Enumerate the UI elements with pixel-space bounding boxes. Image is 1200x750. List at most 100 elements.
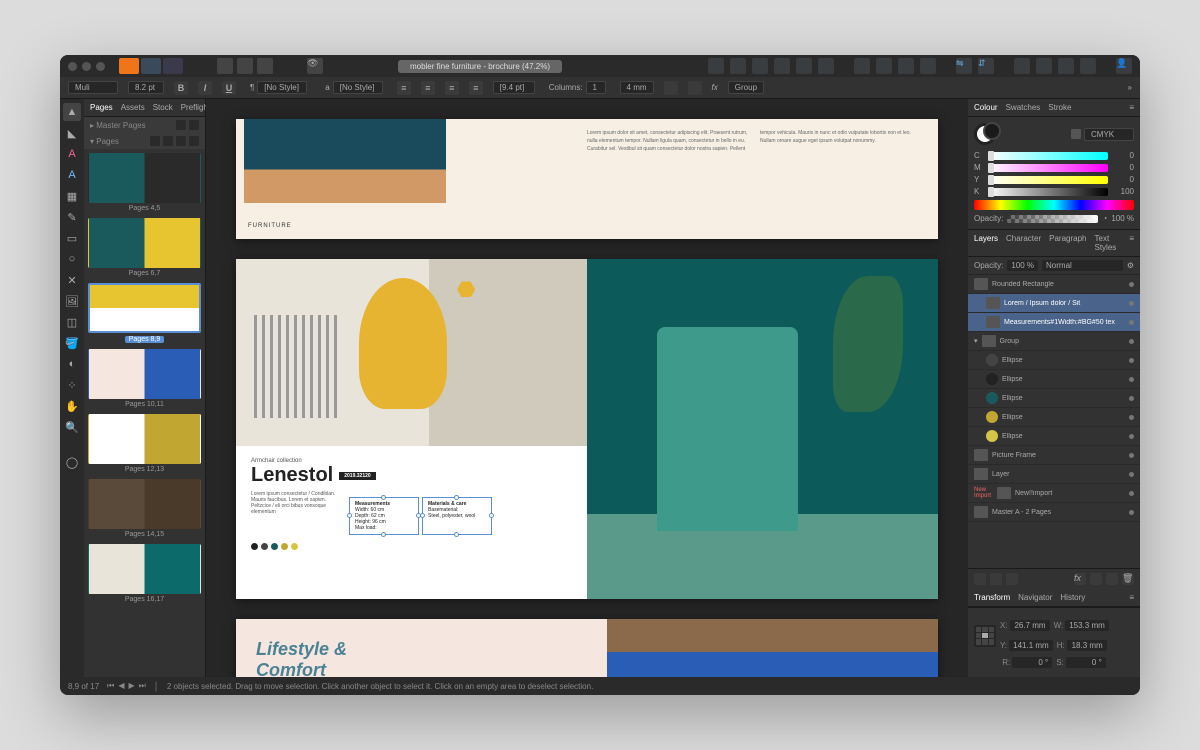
blend-mode-dropdown[interactable]: Normal [1042,260,1123,271]
colour-picker-tool[interactable]: ⁘ [63,376,81,394]
w-input[interactable]: 153.3 mm [1065,620,1109,631]
underline-button[interactable]: U [222,81,236,95]
align-center-button[interactable]: ≡ [421,81,435,95]
assets-tab[interactable]: Assets [121,103,145,112]
textstyles-tab[interactable]: Text Styles [1095,234,1122,252]
preview-icon[interactable]: 👁 [307,58,323,74]
prev-page-icon[interactable]: ◀ [118,681,124,691]
page-thumb[interactable]: Pages 10,11 [88,349,201,408]
menu-icon[interactable]: » [1128,83,1132,92]
stock-tab[interactable]: Stock [153,103,173,112]
italic-button[interactable]: I [198,81,212,95]
persona-tabs[interactable] [119,58,183,74]
anchor-point-selector[interactable] [974,625,996,647]
page-indicator[interactable]: 8,9 of 17 [68,682,99,691]
layer-action-icon[interactable] [990,573,1002,585]
paragraph-tab[interactable]: Paragraph [1049,234,1086,252]
arrange-icon[interactable] [898,58,914,74]
layer-item[interactable]: Lorem / Ipsum dolor / Sit [968,294,1140,313]
layer-item[interactable]: ▾ Group [968,332,1140,351]
columns-input[interactable]: 1 [586,81,606,94]
colour-tab[interactable]: Colour [974,103,998,112]
baseline-button[interactable] [664,81,678,95]
font-size-dropdown[interactable]: 8.2 pt [128,81,164,94]
hue-bar[interactable] [974,200,1134,210]
opacity-value[interactable]: 100 % [1111,214,1134,223]
layer-item[interactable]: Ellipse [968,389,1140,408]
pages-header[interactable]: ▾ Pages [84,133,205,149]
gear-icon[interactable]: ⚙ [1127,261,1134,270]
page-thumb[interactable]: Pages 12,13 [88,414,201,473]
selected-text-frame[interactable]: MeasurementsWidth: 60 cmDepth: 62 cmHeig… [349,497,419,535]
layer-item[interactable]: Layer [968,465,1140,484]
layer-item[interactable]: Picture Frame [968,446,1140,465]
snap-icon[interactable] [1080,58,1096,74]
layer-action-icon[interactable] [1090,573,1102,585]
align-icon[interactable] [752,58,768,74]
next-page-icon[interactable]: ▶ [129,681,135,691]
align-left-button[interactable]: ≡ [397,81,411,95]
pen-tool[interactable]: ✎ [63,208,81,226]
layer-item[interactable]: NewImportNew!!import [968,484,1140,503]
page-thumb[interactable]: Pages 6,7 [88,218,201,277]
canvas[interactable]: FURNITURE Lorem ipsum dolor sit amet, co… [206,99,968,677]
toolbar-icon[interactable] [257,58,273,74]
page-thumb[interactable]: Pages 14,15 [88,479,201,538]
zoom-tool[interactable]: 🔍 [63,418,81,436]
pan-tool[interactable]: ✋ [63,397,81,415]
pages-tab[interactable]: Pages [90,103,113,112]
fill-stroke-swatch[interactable]: ◯ [63,450,81,474]
character-tab[interactable]: Character [1006,234,1041,252]
layer-opacity[interactable]: 100 % [1007,260,1038,271]
fx-icon[interactable]: fx [712,83,718,92]
arrange-icon[interactable] [854,58,870,74]
window-controls[interactable] [68,62,105,71]
shape-tool[interactable]: ▭ [63,229,81,247]
layer-item[interactable]: Ellipse [968,351,1140,370]
snap-icon[interactable] [1058,58,1074,74]
picture-frame-tool[interactable]: ✕ [63,271,81,289]
align-icon[interactable] [796,58,812,74]
group-button[interactable]: Group [728,81,764,94]
layer-item[interactable]: Ellipse [968,370,1140,389]
align-icon[interactable] [818,58,834,74]
layer-action-icon[interactable] [974,573,986,585]
page-thumb[interactable]: Pages 16,17 [88,544,201,603]
font-family-dropdown[interactable]: Muli [68,81,118,94]
bold-button[interactable]: B [174,81,188,95]
selected-text-frame[interactable]: Materials & careBasematerial:Steel, poly… [422,497,492,535]
align-justify-button[interactable]: ≡ [469,81,483,95]
swatches-tab[interactable]: Swatches [1006,103,1041,112]
text-tool[interactable]: A [63,145,81,163]
flip-icon[interactable]: ⇋ [956,58,972,74]
arrange-icon[interactable] [876,58,892,74]
place-image-tool[interactable]: 🖼 [63,292,81,310]
layer-item[interactable]: Measurements#1Width:#BG#50 tex [968,313,1140,332]
fx-icon[interactable]: fx [1074,573,1086,585]
trash-icon[interactable]: 🗑 [1122,573,1134,585]
flip-icon[interactable]: ⇵ [978,58,994,74]
fill-tool[interactable]: 🪣 [63,334,81,352]
frame-text-tool[interactable]: A [63,166,81,184]
align-icon[interactable] [708,58,724,74]
panel-menu-icon[interactable]: ≡ [1129,593,1134,602]
layers-tab[interactable]: Layers [974,234,998,252]
master-pages-header[interactable]: ▸ Master Pages [84,117,205,133]
layer-action-icon[interactable] [1006,573,1018,585]
colour-mode-dropdown[interactable]: CMYK [1084,128,1134,141]
toolbar-icon[interactable] [217,58,233,74]
gutter-input[interactable]: 4 mm [620,81,654,94]
opacity-slider[interactable] [1007,215,1098,223]
snap-icon[interactable] [1014,58,1030,74]
first-page-icon[interactable]: ⏮ [107,681,114,691]
align-icon[interactable] [774,58,790,74]
last-page-icon[interactable]: ⏭ [139,681,146,691]
layer-item[interactable]: Rounded Rectangle [968,275,1140,294]
align-icon[interactable] [730,58,746,74]
spread-10-11[interactable]: Lifestyle &Comfort [236,619,938,677]
table-tool[interactable]: ▦ [63,187,81,205]
layer-item[interactable]: Master A - 2 Pages [968,503,1140,522]
y-input[interactable]: 141.1 mm [1009,640,1053,651]
toolbar-icon[interactable] [237,58,253,74]
colour-slider[interactable] [988,176,1108,184]
